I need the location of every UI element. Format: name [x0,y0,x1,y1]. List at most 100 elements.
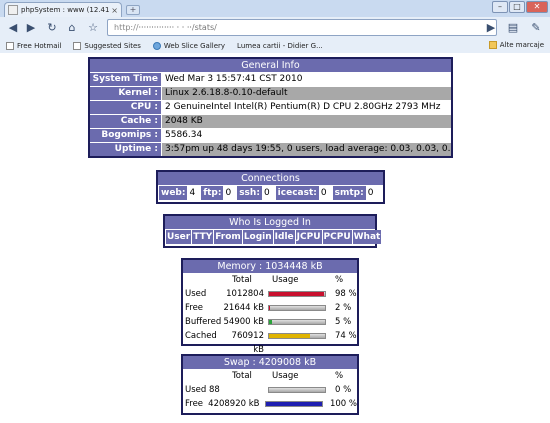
page-content: General Info System Time : Wed Mar 3 15:… [0,54,550,423]
memory-row-cached: Cached 760912 kB 74 % [183,329,357,355]
memory-header: Memory : 1034448 kB [183,260,357,273]
conn-key: web: [159,186,188,200]
maximize-button[interactable]: □ [509,1,525,13]
bookmark-star-icon[interactable]: ☆ [85,20,101,35]
kv-row: CPU : 2 GenuineIntel Intel(R) Pentium(R)… [90,101,451,114]
usage-bar-fill [266,402,323,406]
conn-key: ftp: [201,186,224,200]
bookmark-free-hotmail[interactable]: Free Hotmail [6,41,61,50]
back-button[interactable]: ◀ [5,20,21,35]
row-total: 4208920 kB [208,399,260,409]
tab-close-icon[interactable]: × [111,6,118,15]
bookmark-web-slice-gallery[interactable]: Web Slice Gallery [152,41,225,50]
kv-key: Uptime : [90,143,161,156]
row-label: Free [185,303,204,313]
row-percent: 74 % [335,331,357,341]
kv-row: System Time : Wed Mar 3 15:57:41 CST 201… [90,73,451,97]
row-percent: 0 % [335,385,352,395]
usage-bar [268,305,326,311]
page-favicon-icon [8,5,18,15]
kv-key: Cache : [90,115,161,128]
swap-header: Swap : 4209008 kB [183,356,357,369]
row-label: Used [185,289,207,299]
page-menu-icon[interactable]: ▤ [505,20,521,35]
usage-bar [268,387,326,393]
usage-bar-fill [269,306,271,310]
column-total: Total [232,371,252,381]
conn-value: 0 [367,188,374,198]
wrench-icon[interactable]: ✎ [528,20,544,35]
memory-column-headers: Total Usage % [183,273,357,287]
row-label: Cached [185,331,217,341]
who-logged-in-panel: Who Is Logged In User TTY From Login Idl… [163,214,382,248]
minimize-button[interactable]: – [492,1,508,13]
kv-row: Uptime : 3:57pm up 48 days 19:55, 0 user… [90,143,451,156]
row-label: Buffered [185,317,222,327]
conn-value: 4 [189,188,196,198]
column-header: JCPU [295,230,322,244]
reload-icon[interactable]: ↻ [44,20,60,35]
swap-panel: Swap : 4209008 kB Total Usage % Used 88 … [181,354,359,415]
kv-row: Kernel : Linux 2.6.18.8-0.10-default [90,87,451,100]
kv-value: 2048 KB [162,115,451,128]
row-total: 54900 kB [223,317,265,327]
kv-key: CPU : [90,101,161,114]
page-icon [6,41,14,50]
memory-row-free: Free 21644 kB 2 % [183,301,357,315]
column-percent: % [335,371,344,381]
row-percent: 5 % [335,317,352,327]
bookmark-suggested-sites[interactable]: Suggested Sites [73,41,141,50]
row-total: 21644 kB [223,303,265,313]
column-header: Idle [273,230,295,244]
ie-icon [152,41,161,50]
home-icon[interactable]: ⌂ [64,20,80,35]
new-tab-button[interactable]: + [126,5,140,15]
folder-icon [488,41,497,49]
row-percent: 100 % [329,399,357,409]
column-header: From [214,230,242,244]
usage-bar [268,333,326,339]
title-bar: phpSystem : www (12.41.... × + – □ ✕ [0,0,550,17]
address-bar[interactable]: http://·············· · · ··/stats/ [107,19,497,36]
row-label: Free [185,399,204,409]
go-icon[interactable]: ▶ [483,20,499,35]
browser-chrome: phpSystem : www (12.41.... × + – □ ✕ ◀ ▶… [0,0,550,53]
bookmarks-bar: Free Hotmail Suggested Sites Web Slice G… [0,38,550,53]
kv-value: 2 GenuineIntel Intel(R) Pentium(R) D CPU… [165,102,441,112]
kv-row: Bogomips : 5586.34 [90,129,451,142]
connections-header: Connections [158,172,383,185]
general-info-header: General Info [90,59,451,72]
conn-value: 0 [263,188,270,198]
kv-row: Cache : 2048 KB [90,115,451,128]
kv-value: 5586.34 [165,130,203,140]
who-logged-in-header: Who Is Logged In [165,216,375,229]
usage-bar-fill [269,334,311,338]
browser-tab[interactable]: phpSystem : www (12.41.... × [4,2,122,17]
who-columns-row: User TTY From Login Idle JCPU PCPU What [165,230,382,244]
row-total: 1012804 [226,289,264,299]
kv-key: System Time : [90,73,161,97]
row-label: Used [185,385,207,395]
url-path: /stats/ [191,23,217,32]
conn-key: icecast: [275,186,319,200]
conn-value: 0 [225,188,232,198]
kv-value: Wed Mar 3 15:57:41 CST 2010 [165,74,303,84]
bookmark-lumea-cartii[interactable]: Lumea cartii - Didier G... [237,42,323,50]
close-window-button[interactable]: ✕ [526,1,548,13]
swap-table: Total Usage % Used 88 0 % Free 4208920 k… [183,369,357,411]
memory-panel: Memory : 1034448 kB Total Usage % Used 1… [181,258,359,355]
swap-row-used: Used 88 0 % [183,383,357,397]
swap-row-free: Free 4208920 kB 100 % [183,397,357,411]
connections-panel: Connections web: 4 ftp: 0 ssh: 0 icecast: 0 … [156,170,385,204]
row-percent: 2 % [335,303,352,313]
other-bookmarks[interactable]: Alte marcaje [488,41,544,49]
conn-value: 0 [320,188,327,198]
column-usage: Usage [272,275,299,285]
tab-title: phpSystem : www (12.41.... [21,6,110,14]
column-header: User [166,230,192,244]
row-total: 760912 kB [231,331,264,355]
usage-bar [265,401,324,407]
column-header: PCPU [322,230,352,244]
forward-button[interactable]: ▶ [23,20,39,35]
row-total: 88 [209,385,220,395]
